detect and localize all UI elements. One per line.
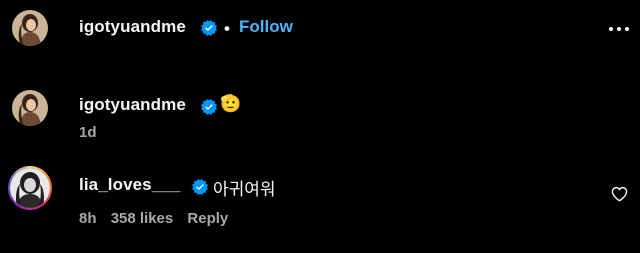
comment-timestamp[interactable]: 8h (79, 210, 97, 227)
verified-badge-icon (201, 20, 217, 36)
more-options-icon[interactable] (607, 19, 631, 39)
comment-meta: 8h 358 likes Reply (79, 210, 238, 227)
post-caption: igotyuandme 🫡 1d (0, 80, 640, 150)
author-username[interactable]: igotyuandme (79, 17, 186, 37)
caption-timestamp[interactable]: 1d (79, 124, 97, 141)
verified-badge-icon (201, 99, 217, 115)
comment-item: lia_loves___ 아귀여워 8h 358 likes Reply (0, 160, 640, 253)
author-avatar[interactable] (12, 10, 48, 46)
follow-button[interactable]: Follow (239, 17, 293, 37)
comment-text: 아귀여워 (213, 180, 276, 199)
caption-username[interactable]: igotyuandme (79, 95, 186, 115)
commenter-avatar[interactable] (10, 168, 50, 208)
heart-icon[interactable] (611, 186, 628, 202)
verified-badge-icon (192, 179, 208, 195)
caption-avatar[interactable] (12, 90, 48, 126)
caption-emoji: 🫡 (220, 94, 242, 113)
comment-likes-count[interactable]: 358 likes (111, 210, 174, 227)
post-header: igotyuandme • Follow (0, 0, 640, 60)
commenter-username[interactable]: lia_loves___ (79, 175, 180, 195)
separator-dot: • (224, 19, 230, 38)
reply-button[interactable]: Reply (187, 210, 228, 227)
